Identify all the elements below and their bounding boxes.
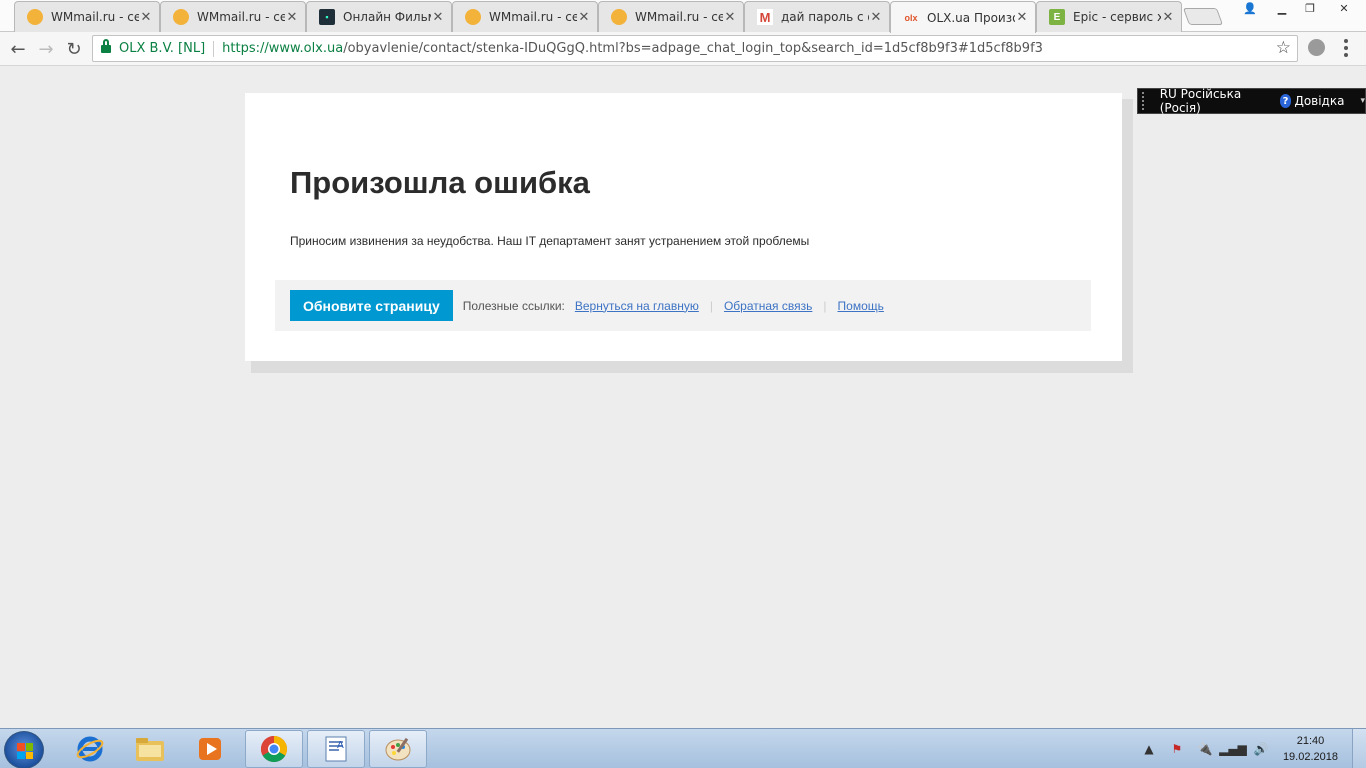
network-signal-icon[interactable]: ▂▄▆ <box>1219 741 1247 757</box>
link-divider: | <box>709 298 713 313</box>
close-icon[interactable]: ✕ <box>869 10 883 25</box>
url-host: www.olx.ua <box>268 41 344 56</box>
divider <box>213 40 215 57</box>
wmmail-favicon-icon <box>611 9 627 25</box>
olx-favicon-icon: olx <box>904 12 918 23</box>
close-icon[interactable]: ✕ <box>1015 10 1029 25</box>
tab-online-films[interactable]: ▪ Онлайн Фильмы ✕ <box>306 1 452 32</box>
url-path: /obyavlenie/contact/stenka-IDuQGgQ.html?… <box>343 41 1043 56</box>
lock-icon <box>101 39 111 54</box>
tv-favicon-icon: ▪ <box>319 9 335 25</box>
window-close-button[interactable]: ✕ <box>1326 0 1362 17</box>
close-icon[interactable]: ✕ <box>431 10 445 25</box>
tab-title: Epic - сервис хр <box>1073 10 1161 24</box>
close-icon[interactable]: ✕ <box>1161 10 1175 25</box>
action-center-flag-icon[interactable]: ⚑ <box>1169 741 1185 757</box>
paint-taskbar-button[interactable] <box>369 730 427 768</box>
back-arrow-icon[interactable]: ← <box>6 37 30 61</box>
close-icon[interactable]: ✕ <box>139 10 153 25</box>
wmmail-favicon-icon <box>465 9 481 25</box>
page-title: Произошла ошибка <box>290 165 590 200</box>
link-help[interactable]: Помощь <box>838 299 884 313</box>
link-home[interactable]: Вернуться на главную <box>575 299 699 313</box>
tab-gmail[interactable]: M дай пароль с ф ✕ <box>744 1 890 32</box>
wordpad-taskbar-button[interactable]: A <box>307 730 365 768</box>
reload-icon[interactable]: ↻ <box>62 37 86 61</box>
useful-links: Вернуться на главную | Обратная связь | … <box>575 299 884 313</box>
options-chevron-icon[interactable]: ▾ <box>1360 96 1365 106</box>
tab-title: WMmail.ru - сер <box>51 10 139 24</box>
url-scheme: https:// <box>222 41 269 56</box>
show-desktop-button[interactable] <box>1352 729 1366 768</box>
language-selector[interactable]: RU Російська (Росія) <box>1160 87 1268 115</box>
tab-wmmail-1[interactable]: WMmail.ru - сер ✕ <box>14 1 160 32</box>
wmmail-favicon-icon <box>173 9 189 25</box>
bookmark-star-icon[interactable]: ☆ <box>1276 38 1291 58</box>
windows-taskbar: A ▲ ⚑ 🔌 ▂▄▆ 🔊 21:40 19.02.2018 <box>0 728 1366 768</box>
browser-tab-strip: WMmail.ru - сер ✕ WMmail.ru - сер ✕ ▪ Он… <box>0 0 1366 33</box>
minimize-button[interactable]: ▁ <box>1268 0 1296 17</box>
system-tray: ▲ ⚑ 🔌 ▂▄▆ 🔊 21:40 19.02.2018 <box>1135 729 1366 768</box>
new-tab-button[interactable] <box>1182 8 1224 25</box>
link-feedback[interactable]: Обратная связь <box>724 299 812 313</box>
file-explorer-icon[interactable] <box>121 730 179 768</box>
drag-handle[interactable] <box>1142 92 1146 110</box>
chrome-taskbar-button[interactable] <box>245 730 303 768</box>
error-card: Произошла ошибка Приносим извинения за н… <box>245 93 1122 361</box>
gmail-favicon-icon: M <box>757 9 773 25</box>
close-icon[interactable]: ✕ <box>723 10 737 25</box>
media-player-icon[interactable] <box>181 730 239 768</box>
tab-title: WMmail.ru - сер <box>489 10 577 24</box>
windows-logo-icon <box>17 743 33 759</box>
language-bar: RU Російська (Росія) ? Довідка ▾ <box>1137 87 1366 115</box>
close-icon[interactable]: ✕ <box>577 10 591 25</box>
tab-olx-active[interactable]: olx OLX.ua Произо ✕ <box>890 1 1036 33</box>
link-divider: | <box>823 298 827 313</box>
clock-time: 21:40 <box>1296 735 1325 747</box>
start-button[interactable] <box>4 731 44 768</box>
svg-text:A: A <box>337 740 344 751</box>
forward-arrow-icon[interactable]: → <box>34 37 58 61</box>
tab-wmmail-4[interactable]: WMmail.ru - сер ✕ <box>598 1 744 32</box>
tab-title: WMmail.ru - сер <box>635 10 723 24</box>
profile-icon[interactable]: 👤 <box>1236 0 1264 17</box>
tab-epic[interactable]: E Epic - сервис хр ✕ <box>1036 1 1182 32</box>
site-identity[interactable]: OLX B.V. [NL] <box>119 41 205 56</box>
power-plug-icon[interactable]: 🔌 <box>1197 741 1213 757</box>
clock-date: 19.02.2018 <box>1282 751 1338 763</box>
tab-wmmail-3[interactable]: WMmail.ru - сер ✕ <box>452 1 598 32</box>
help-label[interactable]: Довідка <box>1294 94 1344 108</box>
actions-bar: Обновите страницу Полезные ссылки: Верну… <box>275 280 1091 331</box>
clock[interactable]: 21:40 19.02.2018 <box>1283 733 1338 765</box>
useful-links-label: Полезные ссылки: <box>462 298 565 313</box>
tab-title: дай пароль с ф <box>781 10 869 24</box>
tab-wmmail-2[interactable]: WMmail.ru - сер ✕ <box>160 1 306 32</box>
internet-explorer-icon[interactable] <box>61 730 119 768</box>
tab-title: Онлайн Фильмы <box>343 10 431 24</box>
tab-title: WMmail.ru - сер <box>197 10 285 24</box>
error-description: Приносим извинения за неудобства. Наш IT… <box>290 234 810 248</box>
show-hidden-icons-icon[interactable]: ▲ <box>1141 741 1157 757</box>
wmmail-favicon-icon <box>27 9 43 25</box>
close-icon[interactable]: ✕ <box>285 10 299 25</box>
extension-globe-icon[interactable] <box>1308 39 1325 56</box>
address-bar[interactable]: OLX B.V. [NL] https://www.olx.ua/obyavle… <box>92 35 1298 62</box>
browser-toolbar: ← → ↻ OLX B.V. [NL] https://www.olx.ua/o… <box>0 32 1366 66</box>
help-icon[interactable]: ? <box>1279 94 1292 108</box>
volume-icon[interactable]: 🔊 <box>1253 741 1269 757</box>
restore-button[interactable]: ❐ <box>1296 0 1324 17</box>
epic-favicon-icon: E <box>1049 9 1065 25</box>
refresh-page-button[interactable]: Обновите страницу <box>290 290 453 321</box>
browser-menu-icon[interactable] <box>1338 38 1354 58</box>
tab-title: OLX.ua Произо <box>927 10 1015 25</box>
